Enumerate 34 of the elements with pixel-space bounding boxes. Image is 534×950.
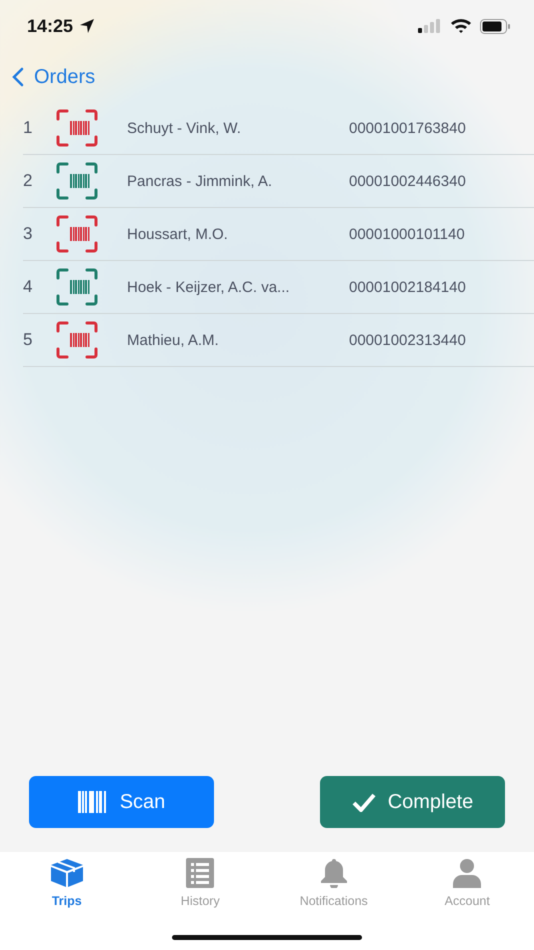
location-arrow-icon (79, 18, 96, 34)
order-index: 3 (23, 224, 34, 244)
box-icon (50, 858, 84, 888)
customer-name: Houssart, M.O. (127, 226, 229, 242)
tab-bar-item[interactable]: Trips (0, 858, 134, 908)
order-number: 00001002313440 (349, 332, 466, 348)
complete-button[interactable]: Complete (320, 776, 505, 828)
order-index: 1 (23, 118, 34, 138)
customer-name: Mathieu, A.M. (127, 332, 220, 348)
tab-bar-item[interactable]: Notifications (267, 858, 400, 908)
wifi-icon (450, 18, 472, 34)
order-index: 2 (23, 171, 34, 191)
order-number: 00001002184140 (349, 278, 466, 296)
back-button[interactable]: Orders (12, 66, 96, 88)
order-index: 5 (23, 330, 34, 350)
customer-name: Schuyt - Vink, W. (127, 120, 242, 136)
order-number: 00001000101140 (349, 226, 465, 242)
order-number: 00001002446340 (349, 172, 466, 190)
customer-name: Hoek - Keijzer, A.C. va... (127, 278, 291, 296)
signal-icon (418, 19, 442, 33)
order-index: 4 (23, 277, 34, 297)
chevron-left-icon (12, 67, 24, 87)
list-icon (186, 858, 214, 888)
bell-icon (318, 858, 349, 888)
status-time: 14:25 (27, 16, 74, 36)
customer-name: Pancras - Jimmink, A. (127, 172, 274, 190)
checkmark-icon (352, 792, 376, 812)
tab-bar-item[interactable]: History (134, 858, 267, 908)
order-number: 00001001763840 (349, 120, 466, 136)
scan-button[interactable]: Scan (29, 776, 214, 828)
battery-icon (480, 18, 510, 34)
person-icon (452, 858, 482, 888)
tab-bar-item[interactable]: Account (400, 858, 534, 908)
barcode-icon (78, 791, 108, 813)
